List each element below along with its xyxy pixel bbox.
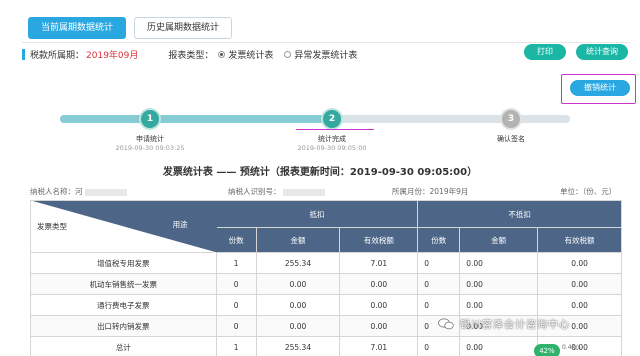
step-3-label: 确认签名: [497, 135, 525, 143]
progress-fill: [60, 115, 332, 123]
corner-type-label: 发票类型: [37, 222, 67, 231]
chat-bubble-icon: [438, 317, 454, 329]
group-deduct-header: 抵扣: [215, 200, 419, 228]
col-header: 金额: [459, 227, 539, 253]
corner-usage-label: 用途: [172, 220, 188, 229]
cell: 0: [417, 273, 461, 295]
radio-abnormal-stats[interactable]: 异常发票统计表: [284, 48, 357, 61]
period-label: 税款所属期：: [30, 50, 85, 61]
cell: 0.00: [255, 315, 341, 337]
col-header: 份数: [215, 227, 257, 253]
page: 当前属期数据统计 历史属期数据统计 税款所属期： 2019年09月 报表类型： …: [0, 0, 640, 356]
tab-current-period[interactable]: 当前属期数据统计: [28, 17, 127, 39]
watermark: 银川容泽会计咨询中心: [438, 316, 570, 331]
info-bar: 税款所属期： 2019年09月 报表类型： 发票统计表 异常发票统计表: [22, 47, 363, 61]
cell: 0.00: [459, 273, 539, 295]
progress-badge: 42%: [534, 344, 560, 356]
step-2-time: 2019-09-30 09:05:00: [297, 144, 367, 152]
row-label: 增值税专用发票: [30, 252, 217, 274]
cell: 0: [417, 336, 461, 356]
cell: 1: [215, 252, 257, 274]
tab-history-period[interactable]: 历史属期数据统计: [134, 17, 233, 39]
redacted-field: [84, 188, 127, 196]
period-value: 2019年09月: [86, 50, 139, 61]
cell: 0: [215, 315, 257, 337]
cell: 0.00: [537, 294, 622, 316]
col-header: 有效税额: [537, 227, 622, 253]
step-3-circle: 3: [502, 110, 520, 128]
cell: 0.00: [459, 294, 539, 316]
cell: 0.00: [339, 294, 419, 316]
step-1-circle: 1: [141, 110, 159, 128]
cell: 1: [215, 336, 257, 356]
radio-invoice-stats-label: 发票统计表: [228, 50, 274, 61]
cell: 0: [417, 252, 461, 274]
cell: 7.01: [339, 252, 419, 274]
cancel-stats-button[interactable]: 撤销统计: [570, 80, 630, 96]
taxpayer-id-label: 纳税人识别号：: [228, 187, 281, 196]
section-marker: [22, 48, 25, 60]
stats-query-button[interactable]: 统计查询: [576, 44, 628, 60]
report-type-label: 报表类型：: [168, 50, 214, 61]
redacted-field: [282, 188, 325, 196]
cell: 0.00: [459, 252, 539, 274]
tax-month: 所属月份：2019年9月: [392, 187, 469, 196]
cell: 0.00: [459, 336, 539, 356]
cell: 0.00: [537, 252, 622, 274]
cell: 0.00: [339, 315, 419, 337]
row-label: 机动车销售统一发票: [30, 273, 217, 295]
watermark-text: 银川容泽会计咨询中心: [460, 320, 570, 331]
invoice-stats-table: 用途 发票类型 抵扣 不抵扣 份数 金额 有效税额 份数 金额 有效税额 增值税…: [30, 200, 622, 356]
print-button[interactable]: 打印: [524, 44, 566, 60]
step-2-circle: 2: [323, 110, 341, 128]
group-nondeduct-header: 不抵扣: [417, 200, 622, 228]
cell: 0: [215, 273, 257, 295]
col-header: 份数: [417, 227, 461, 253]
radio-abnormal-stats-label: 异常发票统计表: [294, 50, 358, 61]
row-label: 通行费电子发票: [30, 294, 217, 316]
unit-label: 单位：（份、元）: [560, 187, 617, 196]
cell: 255.34: [255, 336, 341, 356]
step-highlight-line: [296, 129, 374, 130]
cell: 0.00: [537, 273, 622, 295]
speed-readout: 0.4K/s: [562, 344, 581, 351]
row-label: 总计: [30, 336, 217, 356]
table-row: 机动车销售统一发票 0 0.00 0.00 0 0.00 0.00: [30, 273, 622, 295]
report-title: 发票统计表 —— 预统计（报表更新时间：2019-09-30 09:05:00）: [162, 167, 478, 178]
taxpayer-id: 纳税人识别号：: [228, 186, 325, 197]
taxpayer-name-label: 纳税人名称：河: [30, 187, 83, 196]
cell: 0.00: [255, 273, 341, 295]
radio-checked-icon: [218, 50, 226, 58]
table-row: 增值税专用发票 1 255.34 7.01 0 0.00 0.00: [30, 252, 622, 274]
step-2-label: 统计完成: [318, 135, 346, 143]
taxpayer-name: 纳税人名称：河: [30, 186, 127, 197]
col-header: 金额: [255, 227, 341, 253]
table-corner-header: 用途 发票类型: [30, 200, 217, 253]
radio-invoice-stats[interactable]: 发票统计表: [218, 48, 273, 61]
row-label: 出口转内销发票: [30, 315, 217, 337]
cell: 0: [417, 294, 461, 316]
cell: 0: [215, 294, 257, 316]
step-1-time: 2019-09-30 09:03:25: [115, 144, 185, 152]
cell: 0.00: [255, 294, 341, 316]
step-1-label: 申请统计: [136, 135, 164, 143]
cell: 255.34: [255, 252, 341, 274]
table-row-total: 总计 1 255.34 7.01 0 0.00 0.00: [30, 336, 622, 356]
cell: 7.01: [339, 336, 419, 356]
radio-unchecked-icon: [284, 50, 292, 58]
col-header: 有效税额: [339, 227, 419, 253]
cell: 0.00: [339, 273, 419, 295]
tab-bar: 当前属期数据统计 历史属期数据统计: [28, 17, 233, 39]
table-row: 通行费电子发票 0 0.00 0.00 0 0.00 0.00: [30, 294, 622, 316]
divider: [22, 42, 630, 43]
